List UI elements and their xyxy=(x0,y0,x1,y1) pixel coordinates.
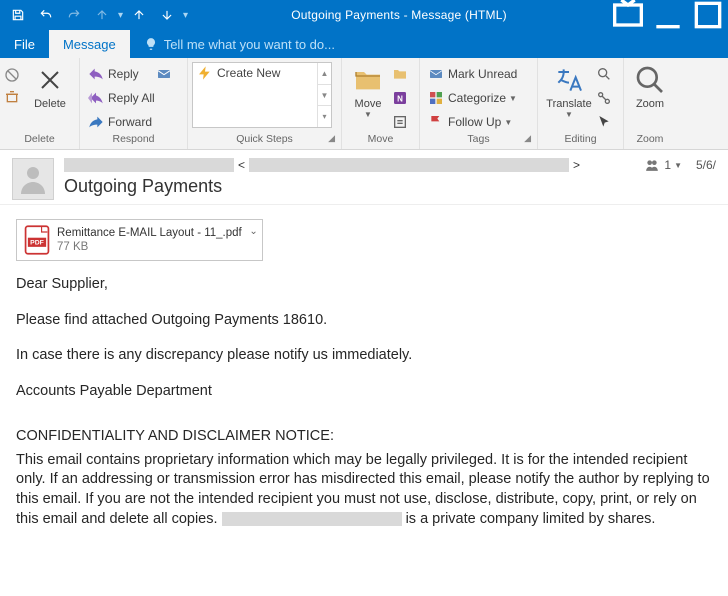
actions-button[interactable] xyxy=(392,111,412,133)
select-button[interactable] xyxy=(596,111,616,133)
group-label-quick-steps: Quick Steps xyxy=(236,133,293,145)
maximize-button[interactable] xyxy=(688,0,728,30)
window-title: Outgoing Payments - Message (HTML) xyxy=(190,8,608,22)
chevron-down-icon: ▼ xyxy=(674,161,682,170)
pdf-icon: PDF xyxy=(23,224,51,256)
group-label-move: Move xyxy=(346,133,415,149)
svg-text:N: N xyxy=(397,94,403,103)
reply-button[interactable]: Reply xyxy=(84,63,159,85)
redo-button[interactable] xyxy=(60,0,88,30)
window-controls xyxy=(608,0,728,30)
tags-dialog-launcher[interactable]: ◢ xyxy=(524,133,531,144)
group-respond: Reply Reply All Forward Respond xyxy=(80,58,188,149)
angle-open: < xyxy=(238,158,245,172)
svg-text:PDF: PDF xyxy=(30,240,44,247)
onenote-button[interactable]: N xyxy=(392,87,412,109)
rules-button[interactable] xyxy=(392,63,412,85)
qs-scroll-up[interactable]: ▲ xyxy=(318,63,331,85)
find-button[interactable] xyxy=(596,63,616,85)
attachment-filename: Remittance E-MAIL Layout - 11_.pdf xyxy=(57,226,242,240)
zoom-button[interactable]: Zoom xyxy=(628,60,672,110)
tell-me-label: Tell me what you want to do... xyxy=(164,37,335,52)
tab-file[interactable]: File xyxy=(0,30,49,58)
next-item-button[interactable] xyxy=(153,0,181,30)
minimize-button[interactable] xyxy=(648,0,688,30)
group-editing: Translate ▼ Editing xyxy=(538,58,624,149)
related-button[interactable] xyxy=(596,87,616,109)
sender-avatar xyxy=(12,158,54,200)
body-line1: Please find attached Outgoing Payments 1… xyxy=(16,311,712,331)
chevron-down-icon: ▼ xyxy=(364,110,372,119)
qs-scroll-down[interactable]: ▼ xyxy=(318,85,331,107)
group-label-respond: Respond xyxy=(84,133,183,149)
quick-access-toolbar: ▾ ▾ xyxy=(0,0,190,30)
delete-button[interactable]: Delete xyxy=(28,60,72,110)
more-respond-button[interactable] xyxy=(159,63,173,85)
ribbon-display-options[interactable] xyxy=(608,0,648,30)
message-body: Dear Supplier, Please find attached Outg… xyxy=(0,265,728,543)
move-button[interactable]: Move ▼ xyxy=(346,60,390,119)
body-line2: In case there is any discrepancy please … xyxy=(16,346,712,366)
group-delete: Delete Delete xyxy=(0,58,80,149)
angle-close: > xyxy=(573,158,580,172)
group-tags: Mark Unread Categorize▼ Follow Up▼ Tags ◢ xyxy=(420,58,538,149)
follow-up-button[interactable]: Follow Up▼ xyxy=(424,111,521,133)
translate-button[interactable]: Translate ▼ xyxy=(542,60,596,119)
tell-me-search[interactable]: Tell me what you want to do... xyxy=(130,30,349,58)
quick-steps-dialog-launcher[interactable]: ◢ xyxy=(328,133,335,144)
body-greeting: Dear Supplier, xyxy=(16,275,712,295)
forward-button[interactable]: Forward xyxy=(84,111,159,133)
categorize-button[interactable]: Categorize▼ xyxy=(424,87,521,109)
reply-count-value: 1 xyxy=(664,158,671,172)
group-label-delete: Delete xyxy=(4,133,75,149)
disclaimer-title: CONFIDENTIALITY AND DISCLAIMER NOTICE: xyxy=(16,427,712,447)
qat-separator: ▾ xyxy=(116,10,125,21)
body-signature: Accounts Payable Department xyxy=(16,382,712,402)
quick-steps-gallery[interactable]: Create New ▲ ▼ ▾ xyxy=(192,62,332,128)
reply-all-button[interactable]: Reply All xyxy=(84,87,159,109)
reply-dropdown[interactable]: 1 ▼ xyxy=(643,158,682,172)
company-name-redacted xyxy=(222,512,402,526)
qat-customize[interactable]: ▾ xyxy=(181,10,190,21)
tab-message[interactable]: Message xyxy=(49,30,130,58)
sender-email-redacted xyxy=(249,158,569,172)
ribbon: Delete Delete Reply Reply All Forward Re… xyxy=(0,58,728,150)
mark-unread-button[interactable]: Mark Unread xyxy=(424,63,521,85)
send-receive-button[interactable] xyxy=(88,0,116,30)
message-date: 5/6/ xyxy=(696,158,716,172)
group-quick-steps: Create New ▲ ▼ ▾ Quick Steps ◢ xyxy=(188,58,342,149)
qs-expand[interactable]: ▾ xyxy=(318,106,331,127)
group-label-tags: Tags xyxy=(467,133,489,145)
attachment-dropdown[interactable]: ⌄ xyxy=(249,226,257,237)
message-subject: Outgoing Payments xyxy=(64,176,633,197)
group-label-editing: Editing xyxy=(542,133,619,149)
group-zoom: Zoom Zoom xyxy=(624,58,676,149)
previous-item-button[interactable] xyxy=(125,0,153,30)
ignore-button[interactable] xyxy=(4,64,28,86)
quick-step-create-new[interactable]: Create New xyxy=(193,63,331,83)
title-bar: ▾ ▾ Outgoing Payments - Message (HTML) xyxy=(0,0,728,30)
group-move: Move ▼ N Move xyxy=(342,58,420,149)
attachment-item[interactable]: PDF Remittance E-MAIL Layout - 11_.pdf 7… xyxy=(16,219,263,261)
attachment-size: 77 KB xyxy=(57,240,242,254)
save-button[interactable] xyxy=(4,0,32,30)
disclaimer-text: This email contains proprietary informat… xyxy=(16,451,712,529)
group-label-zoom: Zoom xyxy=(628,133,672,149)
undo-button[interactable] xyxy=(32,0,60,30)
sender-name-redacted xyxy=(64,158,234,172)
message-header: < > Outgoing Payments 1 ▼ 5/6/ xyxy=(0,150,728,205)
junk-button[interactable] xyxy=(4,86,28,108)
chevron-down-icon: ▼ xyxy=(565,110,573,119)
